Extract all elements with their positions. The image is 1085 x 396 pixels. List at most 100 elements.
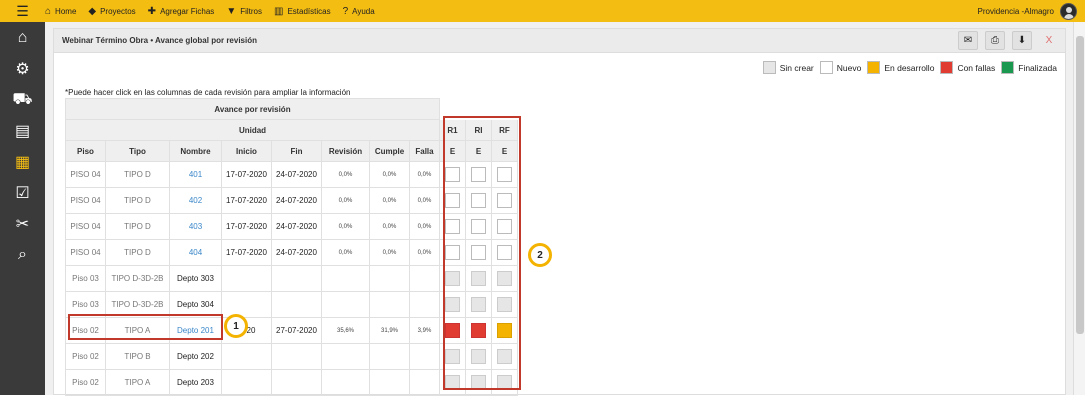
group-header: Avance por revisión [65, 98, 440, 120]
panel-title: Webinar Término Obra • Avance global por… [54, 29, 1065, 53]
cell-inicio [221, 369, 272, 396]
cell-inicio: 17-07-2020 [221, 239, 272, 266]
user-menu[interactable]: Providencia -Almagro [978, 0, 1077, 22]
column-header: Fin [271, 140, 322, 162]
callout-badge-1: 1 [224, 314, 248, 338]
cell-cumple [369, 343, 410, 370]
checklist-icon[interactable]: ☑ [0, 177, 45, 208]
column-header: Nombre [169, 140, 222, 162]
column-header: Piso [65, 140, 106, 162]
cell-fin: 24-07-2020 [271, 239, 322, 266]
column-header: Cumple [369, 140, 410, 162]
hamburger-icon[interactable]: ☰ [0, 0, 45, 22]
cell-fin: 27-07-2020 [271, 317, 322, 344]
close-icon[interactable]: X [1039, 31, 1059, 50]
cell-nombre[interactable]: 403 [169, 213, 222, 240]
cell-nombre[interactable]: 402 [169, 187, 222, 214]
legend-label: Finalizada [1018, 62, 1057, 73]
legend-item: Finalizada [1001, 61, 1057, 74]
truck-icon[interactable]: ⛟ [0, 84, 45, 115]
cell-cumple [369, 369, 410, 396]
cell-inicio: 17-07-2020 [221, 213, 272, 240]
cell-cumple: 0,0% [369, 213, 410, 240]
cell-revision [321, 291, 370, 318]
column-header: Tipo [105, 140, 170, 162]
nav-item-home[interactable]: ⌂ Home [45, 6, 76, 17]
cell-revision: 0,0% [321, 161, 370, 188]
cell-piso: Piso 02 [65, 369, 106, 396]
cell-tipo: TIPO A [105, 369, 170, 396]
legend-swatch [1001, 61, 1015, 74]
legend-label: Con fallas [957, 62, 996, 73]
cell-nombre[interactable]: 404 [169, 239, 222, 266]
top-navbar: ☰ ⌂ Home ◆ Proyectos ✚ Agregar Fichas ▼ Filtros… [0, 0, 1085, 22]
cell-falla [409, 265, 440, 292]
nav-item-proyectos[interactable]: ◆ Proyectos [88, 6, 135, 17]
user-name: Providencia -Almagro [977, 6, 1054, 16]
cell-tipo: TIPO D [105, 187, 170, 214]
cell-piso: PISO 04 [65, 187, 106, 214]
cell-inicio [221, 343, 272, 370]
download-icon[interactable]: ⬇ [1012, 31, 1032, 50]
document-icon[interactable]: ▤ [0, 115, 45, 146]
clipboard-icon[interactable]: ▦ [0, 146, 45, 177]
avatar[interactable] [1060, 2, 1077, 20]
cell-tipo: TIPO B [105, 343, 170, 370]
nav-item-filtros[interactable]: ▼ Filtros [226, 6, 262, 17]
cell-cumple: 0,0% [369, 161, 410, 188]
cell-revision: 0,0% [321, 239, 370, 266]
gears-icon[interactable]: ⚙ [0, 53, 45, 84]
cell-falla: 0,0% [409, 213, 440, 240]
tag-icon: ◆ [88, 5, 97, 17]
cell-revision [321, 369, 370, 396]
scrollbar-thumb[interactable] [1076, 36, 1084, 334]
nav-item-label: Home [55, 6, 77, 16]
cell-revision: 0,0% [321, 213, 370, 240]
legend-item: Con fallas [940, 61, 995, 74]
nav-item-ayuda[interactable]: ? Ayuda [343, 6, 375, 17]
cell-fin: 24-07-2020 [271, 213, 322, 240]
tools-icon[interactable]: ✂ [0, 208, 45, 239]
legend-swatch [819, 61, 833, 74]
cell-tipo: TIPO D [105, 239, 170, 266]
scrollbar[interactable] [1073, 22, 1085, 395]
search-chart-icon[interactable]: ⌕ [0, 239, 45, 270]
help-note: *Puede hacer click en las columnas de ca… [65, 88, 351, 97]
nav-item-label: Proyectos [100, 6, 136, 16]
cell-piso: PISO 04 [65, 161, 106, 188]
cell-falla: 0,0% [409, 187, 440, 214]
cell-falla [409, 343, 440, 370]
cell-tipo: TIPO D [105, 161, 170, 188]
cell-cumple: 0,0% [369, 187, 410, 214]
nav-item-label: Agregar Fichas [160, 6, 215, 16]
cell-falla [409, 291, 440, 318]
callout-badge-2: 2 [528, 243, 552, 267]
cell-nombre: Depto 202 [169, 343, 222, 370]
nav-item-agregar-fichas[interactable]: ✚ Agregar Fichas [148, 6, 215, 17]
cell-falla: 0,0% [409, 161, 440, 188]
cell-inicio [221, 291, 272, 318]
cell-nombre: Depto 303 [169, 265, 222, 292]
column-header: Inicio [221, 140, 272, 162]
nav-item-label: Ayuda [352, 6, 375, 16]
cell-revision [321, 343, 370, 370]
cell-falla: 0,0% [409, 239, 440, 266]
legend-item: Nuevo [819, 61, 861, 74]
cell-tipo: TIPO D-3D-2B [105, 265, 170, 292]
cell-cumple [369, 265, 410, 292]
cell-fin [271, 291, 322, 318]
legend-label: En desarrollo [884, 62, 935, 73]
legend-swatch [867, 61, 881, 74]
home-icon: ⌂ [45, 5, 52, 17]
highlight-row-depto-201 [68, 314, 223, 340]
cell-piso: PISO 04 [65, 213, 106, 240]
home-icon[interactable]: ⌂ [0, 22, 45, 53]
print-icon[interactable]: ⎙ [985, 31, 1005, 50]
legend-item: Sin crear [762, 61, 814, 74]
cell-nombre[interactable]: 401 [169, 161, 222, 188]
legend-item: En desarrollo [867, 61, 934, 74]
email-icon[interactable]: ✉ [958, 31, 978, 50]
nav-item-estad-sticas[interactable]: ▥ Estadísticas [274, 6, 331, 17]
nav-item-label: Estadísticas [287, 6, 331, 16]
cell-cumple: 0,0% [369, 239, 410, 266]
